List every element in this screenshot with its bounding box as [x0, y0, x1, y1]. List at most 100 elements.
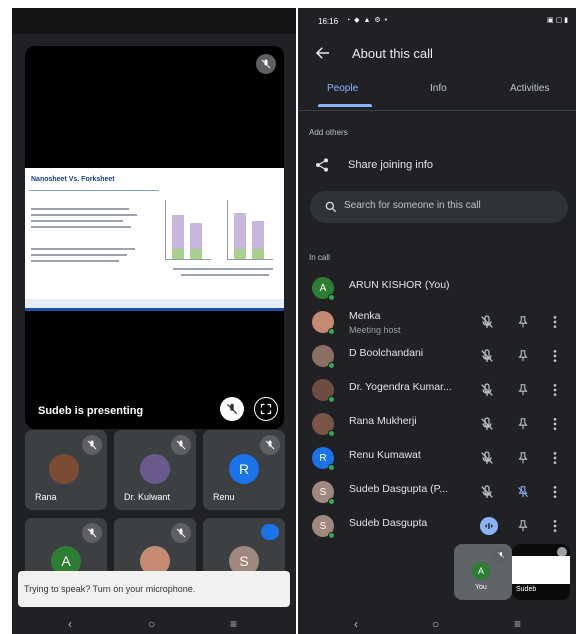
- status-time: 16:16: [318, 17, 339, 26]
- slide-chart: [227, 200, 273, 260]
- back-nav-icon[interactable]: ‹: [68, 617, 72, 631]
- presenter-label: Sudeb is presenting: [38, 405, 144, 417]
- search-icon: [325, 201, 337, 213]
- slide-text-line: [31, 260, 119, 262]
- participant-row[interactable]: Rana Mukherji: [298, 410, 576, 440]
- participant-tile[interactable]: Rana: [25, 430, 107, 510]
- mic-off-icon[interactable]: [479, 382, 495, 398]
- mic-off-icon[interactable]: [479, 348, 495, 364]
- avatar: R: [229, 454, 259, 484]
- home-nav-icon[interactable]: ○: [432, 617, 439, 631]
- shared-slide: Nanosheet Vs. Forksheet: [25, 168, 284, 311]
- slide-text-line: [31, 214, 137, 216]
- divider: [298, 110, 576, 111]
- mic-off-icon[interactable]: [479, 484, 495, 500]
- pin-icon[interactable]: [516, 416, 530, 432]
- pin-icon[interactable]: [516, 382, 530, 398]
- more-options-icon[interactable]: [552, 450, 558, 466]
- active-tab-indicator: [318, 104, 372, 107]
- slide-text-line: [31, 254, 127, 256]
- more-options-icon[interactable]: [552, 484, 558, 500]
- mic-off-icon[interactable]: [479, 450, 495, 466]
- online-indicator: [328, 498, 335, 505]
- pin-icon[interactable]: [516, 348, 530, 364]
- notification-icons: ◔ ◆ ▲ ⚙ •: [346, 17, 389, 24]
- mic-toast[interactable]: Trying to speak? Turn on your microphone…: [18, 571, 290, 607]
- slide-footer-bar: [25, 308, 284, 311]
- back-nav-icon[interactable]: ‹: [354, 617, 358, 631]
- participant-row[interactable]: A ARUN KISHOR (You): [298, 274, 576, 304]
- mic-toggle-button[interactable]: [220, 397, 244, 421]
- slide-text-line: [31, 208, 129, 210]
- participant-name: Sudeb Dasgupta (P...: [349, 483, 449, 495]
- presentation-pip[interactable]: Sudeb: [512, 544, 570, 600]
- self-view-tile[interactable]: A You: [454, 544, 512, 600]
- participant-row[interactable]: S Sudeb Dasgupta (P...: [298, 478, 576, 508]
- pin-active-icon[interactable]: [516, 484, 530, 500]
- more-options-icon[interactable]: [552, 314, 558, 330]
- participant-tile[interactable]: Dr. Kulwant: [114, 430, 196, 510]
- add-others-label: Add others: [309, 128, 348, 137]
- status-bar: 16:16 ◔ ◆ ▲ ⚙ • ▣ ▢ ▮: [298, 8, 576, 34]
- mic-off-icon: [494, 548, 508, 562]
- search-input[interactable]: [344, 200, 554, 211]
- participant-row[interactable]: R Renu Kumawat: [298, 444, 576, 474]
- more-options-icon[interactable]: [552, 518, 558, 534]
- more-options-icon[interactable]: [552, 348, 558, 364]
- participant-row[interactable]: S Sudeb Dasgupta: [298, 512, 576, 542]
- participant-row[interactable]: Menka Meeting host: [298, 308, 576, 338]
- mic-off-icon: [82, 435, 102, 455]
- participant-name: Dr. Yogendra Kumar...: [349, 381, 452, 393]
- slide-divider: [29, 190, 159, 191]
- pin-icon[interactable]: [516, 314, 530, 330]
- participant-role: Meeting host: [349, 325, 401, 335]
- share-icon: [316, 158, 328, 172]
- back-arrow-icon[interactable]: [314, 44, 332, 62]
- system-status-icons: ▣ ▢ ▮: [547, 17, 568, 24]
- pin-icon[interactable]: [516, 518, 530, 534]
- in-call-label: In call: [309, 253, 330, 262]
- mic-off-icon: [256, 54, 276, 74]
- pin-icon[interactable]: [516, 450, 530, 466]
- system-navbar: ‹ ○ ≡: [298, 614, 576, 634]
- mic-off-icon[interactable]: [479, 314, 495, 330]
- fullscreen-button[interactable]: [254, 397, 278, 421]
- slide-title: Nanosheet Vs. Forksheet: [31, 176, 115, 183]
- participant-name: Menka: [349, 310, 381, 322]
- more-options-icon[interactable]: [552, 416, 558, 432]
- mic-off-icon[interactable]: [479, 416, 495, 432]
- mic-off-icon: [260, 435, 280, 455]
- more-options-icon[interactable]: [552, 382, 558, 398]
- mic-off-icon: [82, 523, 102, 543]
- self-view-label: You: [475, 584, 487, 591]
- recents-nav-icon[interactable]: ≡: [230, 617, 237, 631]
- system-navbar: ‹ ○ ≡: [12, 614, 296, 634]
- participant-name: Sudeb Dasgupta: [349, 517, 428, 529]
- app-header: About this call: [298, 38, 576, 70]
- online-indicator: [328, 294, 335, 301]
- slide-text-line: [31, 248, 135, 250]
- tab-info[interactable]: Info: [430, 83, 447, 94]
- participant-name: Rana Mukherji: [349, 415, 417, 427]
- recents-nav-icon[interactable]: ≡: [514, 617, 521, 631]
- participant-row[interactable]: D Boolchandani: [298, 342, 576, 372]
- participant-row[interactable]: Dr. Yogendra Kumar...: [298, 376, 576, 406]
- tab-activities[interactable]: Activities: [510, 83, 549, 94]
- tab-people[interactable]: People: [327, 83, 358, 94]
- search-field[interactable]: [310, 191, 568, 223]
- home-nav-icon[interactable]: ○: [148, 617, 155, 631]
- presentation-tile[interactable]: Nanosheet Vs. Forksheet Sudeb is present…: [25, 46, 284, 429]
- slide-text-line: [31, 226, 131, 228]
- online-indicator: [328, 396, 335, 403]
- avatar: A: [472, 562, 490, 580]
- share-joining-info-button[interactable]: Share joining info: [298, 154, 576, 178]
- tile-name: Renu: [213, 492, 235, 502]
- avatar: [140, 454, 170, 484]
- slide-caption-line: [181, 274, 269, 276]
- online-indicator: [328, 362, 335, 369]
- online-indicator: [328, 464, 335, 471]
- online-indicator: [328, 430, 335, 437]
- online-indicator: [328, 532, 335, 539]
- slide-chart: [165, 200, 211, 260]
- participant-tile[interactable]: R Renu: [203, 430, 285, 510]
